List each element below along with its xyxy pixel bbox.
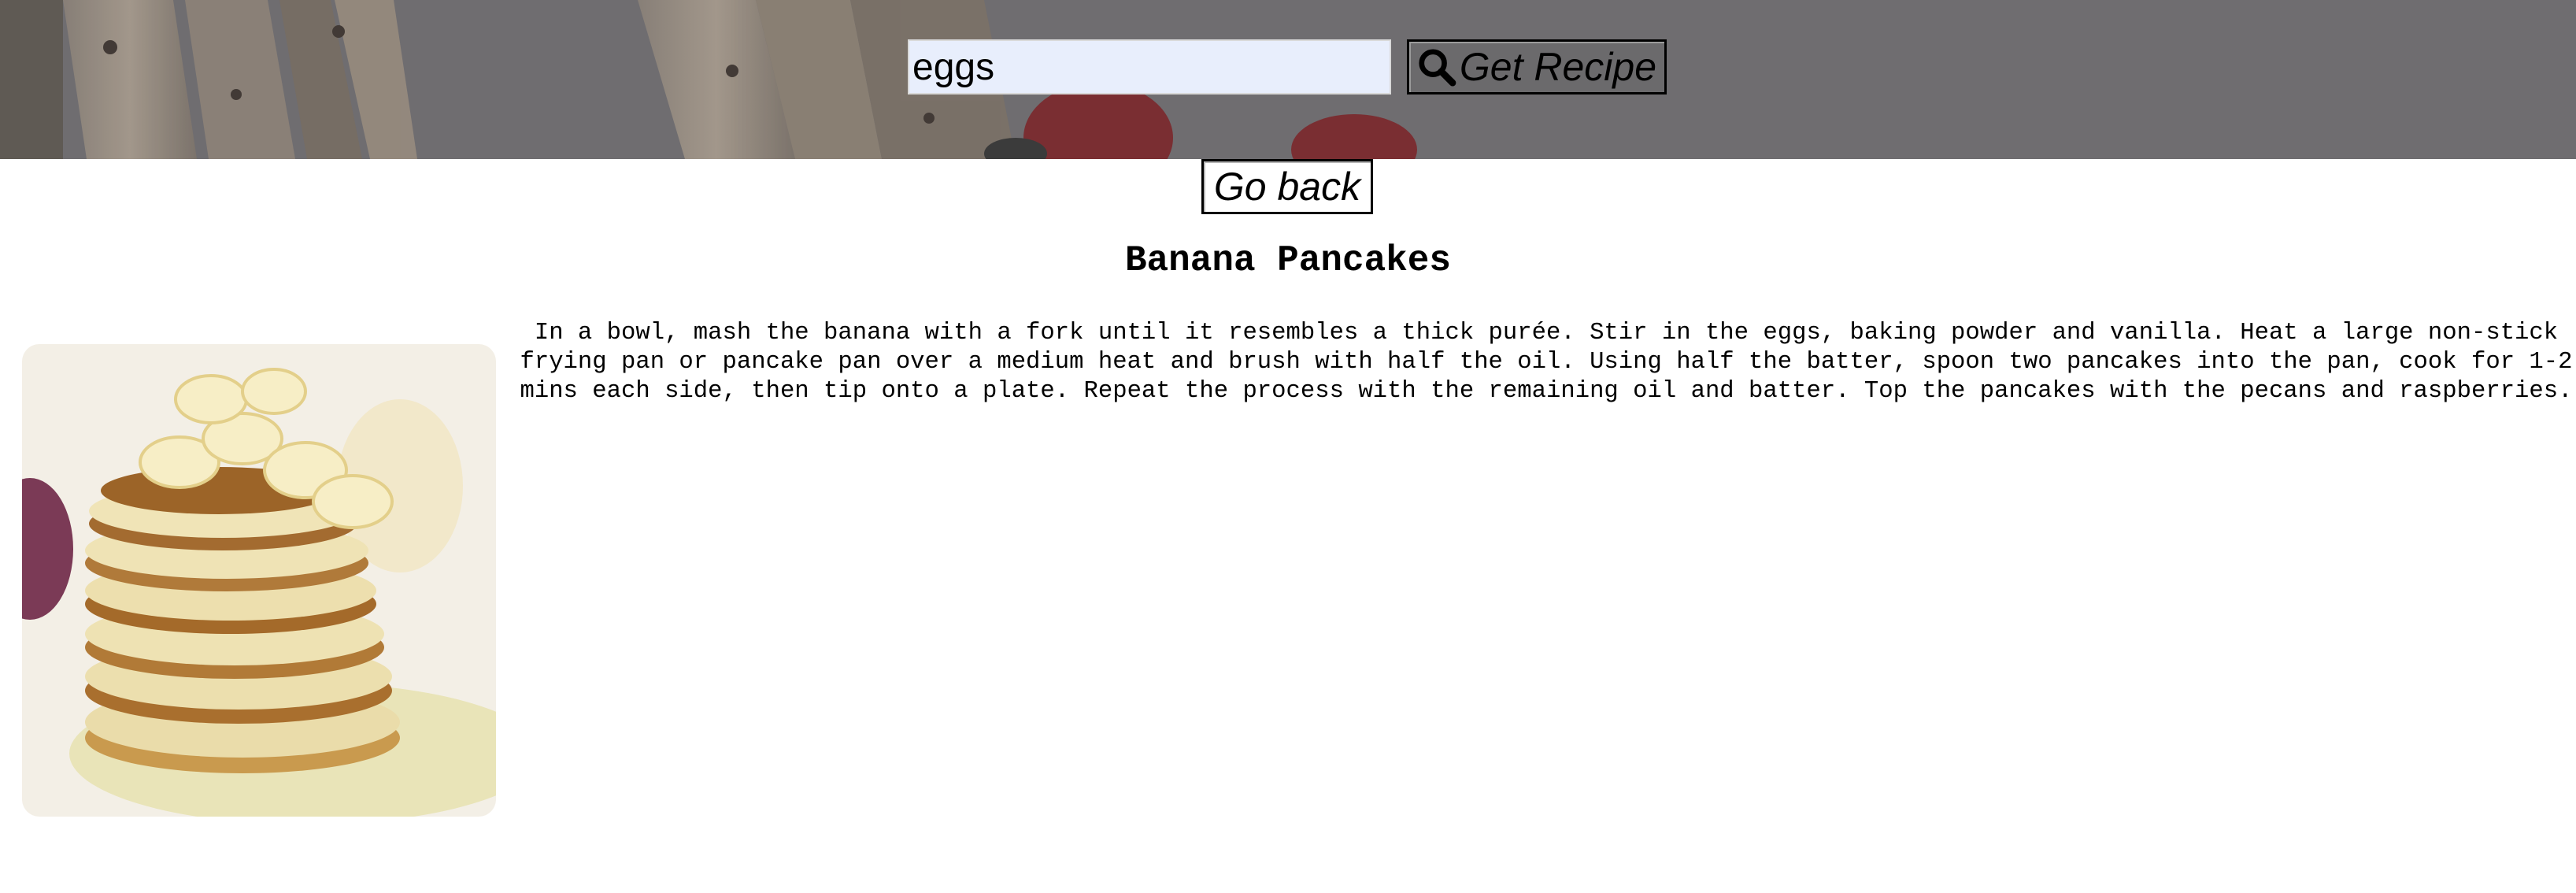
recipe-instructions: In a bowl, mash the banana with a fork u…: [520, 320, 2573, 405]
go-back-button[interactable]: Go back: [1201, 159, 1373, 214]
header-hero: Get Recipe: [0, 0, 2576, 159]
search-icon: [1419, 49, 1456, 87]
recipe-image: [22, 344, 496, 817]
get-recipe-label: Get Recipe: [1459, 45, 1656, 89]
get-recipe-button[interactable]: Get Recipe: [1407, 39, 1667, 94]
search-input[interactable]: [908, 39, 1391, 94]
recipe-title: Banana Pancakes: [1124, 240, 1452, 281]
